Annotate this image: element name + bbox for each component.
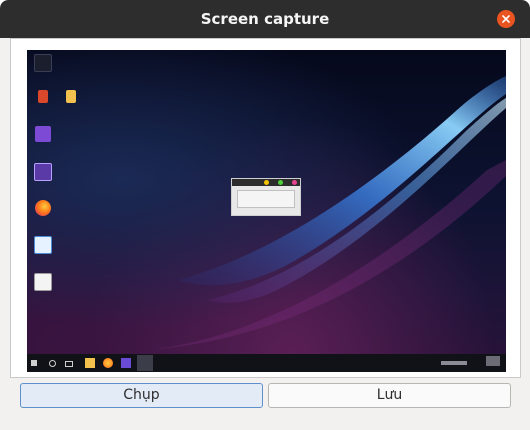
desktop-icon[interactable] (29, 273, 57, 293)
this-pc-icon (34, 54, 52, 72)
task-view-icon (65, 361, 73, 367)
document-icon (34, 273, 52, 291)
file-icon (34, 236, 52, 254)
desktop-icon[interactable] (57, 90, 85, 105)
desktop-icon[interactable] (29, 200, 57, 218)
firefox-icon (35, 200, 51, 216)
desktop-icon[interactable] (29, 163, 57, 183)
desktop-screenshot (27, 50, 506, 372)
captured-window-thumbnail (231, 178, 301, 216)
capture-button[interactable]: Chụp (20, 383, 263, 408)
app-icon (34, 163, 52, 181)
search-icon (49, 360, 56, 367)
start-icon (31, 360, 37, 366)
captured-window-titlebar (232, 179, 300, 186)
desktop-icon[interactable] (29, 54, 57, 74)
mini-dot-icon (278, 180, 283, 185)
mini-dot-icon (264, 180, 269, 185)
desktop-taskbar (27, 354, 506, 372)
desktop-icon[interactable] (29, 126, 57, 144)
recycle-bin-icon (38, 90, 48, 103)
taskbar-clock (486, 356, 500, 366)
close-icon (502, 15, 510, 23)
save-button[interactable]: Lưu (268, 383, 511, 408)
capture-preview-frame (10, 38, 521, 378)
title-bar: Screen capture (0, 0, 530, 38)
desktop-icon[interactable] (29, 236, 57, 256)
app-taskbar-icon (121, 358, 131, 368)
screen-capture-window: Screen capture Chụp Lưu (0, 0, 530, 430)
folder-icon (66, 90, 76, 103)
firefox-taskbar-icon (103, 358, 113, 368)
active-app-taskbar-icon (137, 355, 153, 371)
monitor-icon (35, 126, 51, 142)
explorer-icon (85, 358, 95, 368)
mini-dot-icon (292, 180, 297, 185)
desktop-icon[interactable] (29, 90, 57, 105)
tray-icon (441, 361, 467, 365)
window-title: Screen capture (200, 10, 330, 28)
captured-window-content (237, 190, 295, 208)
close-button[interactable] (497, 10, 515, 28)
